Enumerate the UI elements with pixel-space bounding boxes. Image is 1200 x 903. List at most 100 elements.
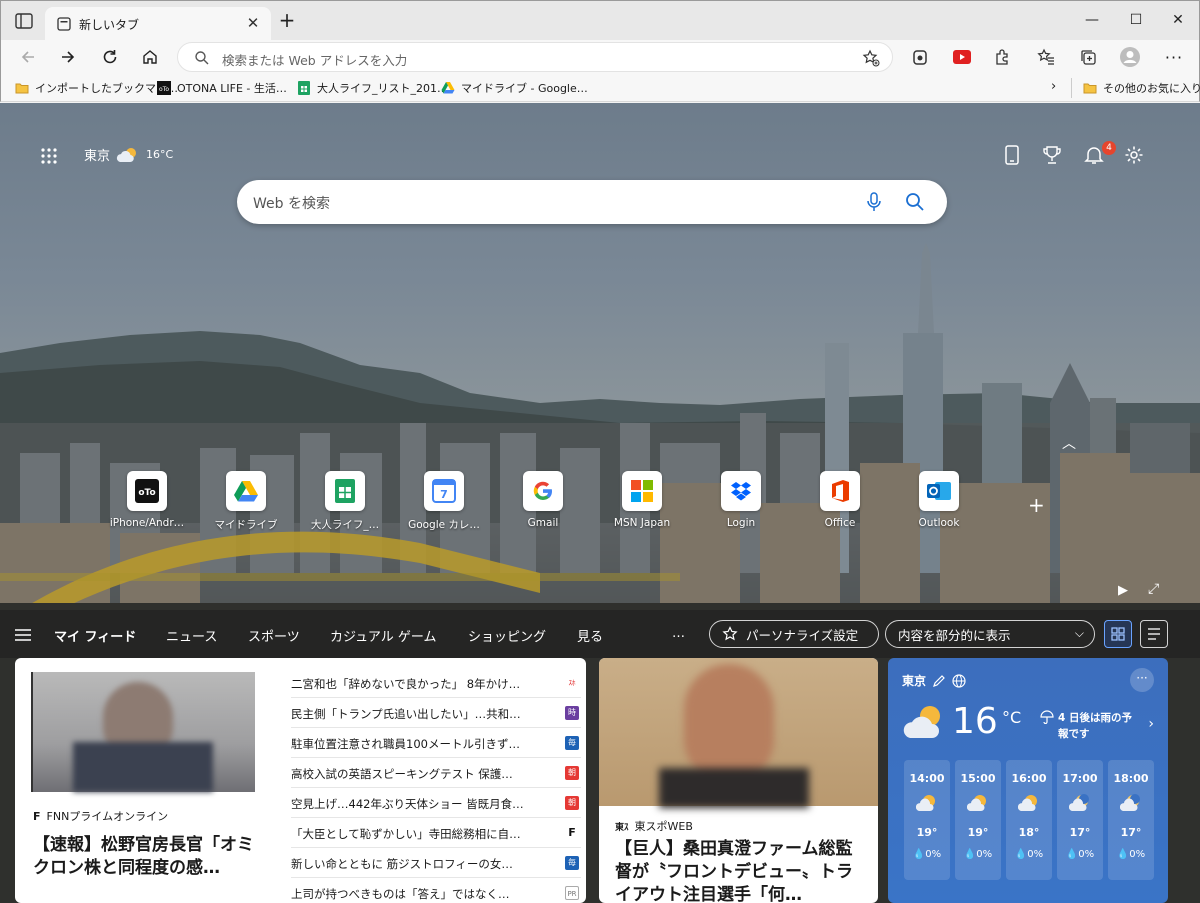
news-card-main[interactable]: F FNNプライムオンライン 【速報】松野官房長官「オミクロン株と同程度の感… …: [15, 658, 586, 903]
minimize-icon[interactable]: —: [1077, 9, 1107, 31]
maximize-icon[interactable]: ☐: [1121, 9, 1151, 31]
list-item[interactable]: 上司が持つべきものは「答え」ではなく… PR: [291, 878, 581, 903]
quick-link[interactable]: MSN Japan: [597, 471, 687, 529]
extension-button-1[interactable]: [907, 44, 933, 70]
microphone-icon[interactable]: [865, 192, 883, 212]
hourly-forecast: 16:00 18° 💧0%: [1006, 760, 1052, 880]
avatar-icon: [1120, 47, 1140, 67]
play-background-icon[interactable]: ▶: [1118, 583, 1128, 598]
top-weather-temp: 16°C: [146, 148, 174, 161]
back-button[interactable]: [15, 44, 41, 70]
add-favorite-icon[interactable]: [862, 49, 880, 67]
grid-view-button[interactable]: [1104, 620, 1132, 648]
news-card-secondary[interactable]: 東ｽ 東スポWEB 【巨人】桑田真澄ファーム総監督が〝フロントデビュー〟トライア…: [599, 658, 878, 903]
menu-hamburger-icon[interactable]: [14, 628, 32, 642]
edit-pencil-icon[interactable]: [932, 674, 946, 688]
list-item[interactable]: 駐車位置注意され職員100メートル引きず… 毎: [291, 728, 581, 758]
list-item[interactable]: 二宮和也「辞めないで良かった」 8年かけ… ｽﾎ: [291, 668, 581, 698]
web-search-box[interactable]: Web を検索: [237, 180, 947, 224]
more-tabs-icon[interactable]: …: [672, 626, 685, 641]
tab-news[interactable]: ニュース: [166, 626, 217, 645]
news-headline[interactable]: 【巨人】桑田真澄ファーム総監督が〝フロントデビュー〟トライアウト注目選手「何…: [615, 838, 865, 903]
quick-link-label: Google カレ…: [408, 519, 480, 531]
svg-text:oTo: oTo: [138, 488, 155, 498]
phone-icon[interactable]: [1000, 143, 1024, 167]
favorites-button[interactable]: [1033, 44, 1059, 70]
tab-sports[interactable]: スポーツ: [248, 626, 300, 645]
collapse-quicklinks-icon[interactable]: ︿: [1062, 433, 1076, 453]
home-button[interactable]: [137, 44, 163, 70]
mainichi-icon: 毎: [565, 736, 579, 750]
list-item[interactable]: 高校入試の英語スピーキングテスト 保護… 朝: [291, 758, 581, 788]
hour-time: 17:00: [1062, 772, 1098, 785]
close-tab-icon[interactable]: ✕: [245, 15, 261, 31]
bookmark-item[interactable]: インポートしたブックマー…: [15, 79, 178, 97]
list-view-button[interactable]: [1140, 620, 1168, 648]
svg-text:7: 7: [440, 488, 448, 501]
quick-link[interactable]: マイドライブ: [201, 471, 291, 532]
apps-grid-icon[interactable]: [40, 147, 58, 165]
hourly-forecast: 17:00 17° 💧0%: [1057, 760, 1103, 880]
top-weather[interactable]: 東京 16°C: [84, 145, 173, 164]
news-list: 二宮和也「辞めないで良かった」 8年かけ… ｽﾎ 民主側「トランプ氏追い出したい」…: [291, 668, 581, 903]
chevron-right-icon[interactable]: ›: [1148, 716, 1154, 732]
globe-icon[interactable]: [952, 673, 966, 688]
hour-temp: 17°: [1069, 826, 1091, 839]
settings-menu-button[interactable]: ···: [1161, 44, 1187, 70]
otona-icon: oTo: [127, 471, 167, 511]
add-quick-link-icon[interactable]: +: [1028, 493, 1045, 517]
puzzle-icon: [996, 49, 1008, 65]
weather-more-icon[interactable]: ···: [1130, 668, 1154, 692]
toolbar: 検索または Web アドレスを入力 ···: [0, 40, 1200, 74]
quick-link[interactable]: 大人ライフ_…: [300, 471, 390, 532]
quick-link[interactable]: oTo iPhone/Andr…: [102, 471, 192, 529]
list-item[interactable]: 新しい命とともに 筋ジストロフィーの女… 毎: [291, 848, 581, 878]
bookmark-item[interactable]: oTo OTONA LIFE - 生活…: [157, 79, 287, 97]
tab-casual-games[interactable]: カジュアル ゲーム: [330, 626, 436, 645]
expand-icon[interactable]: ⤢: [1148, 581, 1159, 597]
quick-link[interactable]: Login: [696, 471, 786, 529]
forward-button[interactable]: [55, 44, 81, 70]
profile-button[interactable]: [1117, 44, 1143, 70]
bookmark-item[interactable]: マイドライブ - Google…: [441, 79, 588, 97]
page-settings-gear-icon[interactable]: [1122, 143, 1146, 167]
refresh-button[interactable]: [97, 44, 123, 70]
chevron-right-icon[interactable]: ›: [1051, 79, 1056, 94]
hour-precip: 💧0%: [912, 849, 942, 860]
extension-shield-icon: [913, 50, 927, 65]
youtube-extension-button[interactable]: [949, 44, 975, 70]
personalize-button[interactable]: パーソナライズ設定: [709, 620, 879, 648]
partly-sunny-icon: [1017, 795, 1037, 811]
news-headline[interactable]: 【速報】松野官房長官「オミクロン株と同程度の感…: [33, 834, 265, 880]
new-tab-button[interactable]: +: [277, 10, 297, 31]
address-bar[interactable]: 検索または Web アドレスを入力: [177, 42, 893, 72]
list-item[interactable]: 「大臣として恥ずかしい」寺田総務相に自… F: [291, 818, 581, 848]
content-visibility-select[interactable]: 内容を部分的に表示 ⌵: [885, 620, 1095, 648]
quick-link[interactable]: Gmail: [498, 471, 588, 529]
web-search-placeholder: Web を検索: [253, 196, 330, 212]
tab-new-tab[interactable]: 新しいタブ ✕: [45, 7, 271, 41]
extensions-button[interactable]: [989, 44, 1015, 70]
other-favorites[interactable]: その他のお気に入り: [1083, 79, 1200, 97]
hourly-forecast: 18:00 17° 💧0%: [1108, 760, 1154, 880]
tab-watch[interactable]: 見る: [577, 626, 603, 645]
collections-button[interactable]: [1075, 44, 1101, 70]
tab-shopping[interactable]: ショッピング: [468, 626, 546, 645]
rewards-trophy-icon[interactable]: [1040, 143, 1064, 167]
tab-my-feed[interactable]: マイ フィード: [54, 626, 136, 645]
tab-actions-icon[interactable]: [15, 13, 33, 29]
close-window-icon[interactable]: ✕: [1163, 9, 1193, 31]
quick-link[interactable]: Office: [795, 471, 885, 529]
dropbox-icon: [721, 471, 761, 511]
search-submit-icon[interactable]: [905, 192, 925, 212]
weather-card[interactable]: 東京 ··· 16 °C 4 日後は雨の予報です › 14:00 19° 💧0%…: [888, 658, 1168, 903]
hour-time: 16:00: [1011, 772, 1047, 785]
list-item[interactable]: 空見上げ…442年ぶり天体ショー 皆既月食… 朝: [291, 788, 581, 818]
chevron-down-icon: ⌵: [1074, 626, 1084, 640]
pr-badge-icon: PR: [565, 886, 579, 900]
sponichi-icon: ｽﾎ: [565, 676, 579, 690]
quick-link[interactable]: 7 Google カレ…: [399, 471, 489, 532]
list-item[interactable]: 民主側「トランプ氏追い出したい」…共和… 時: [291, 698, 581, 728]
quick-link[interactable]: Outlook: [894, 471, 984, 529]
bookmark-item[interactable]: 大人ライフ_リスト_201…: [297, 79, 448, 97]
